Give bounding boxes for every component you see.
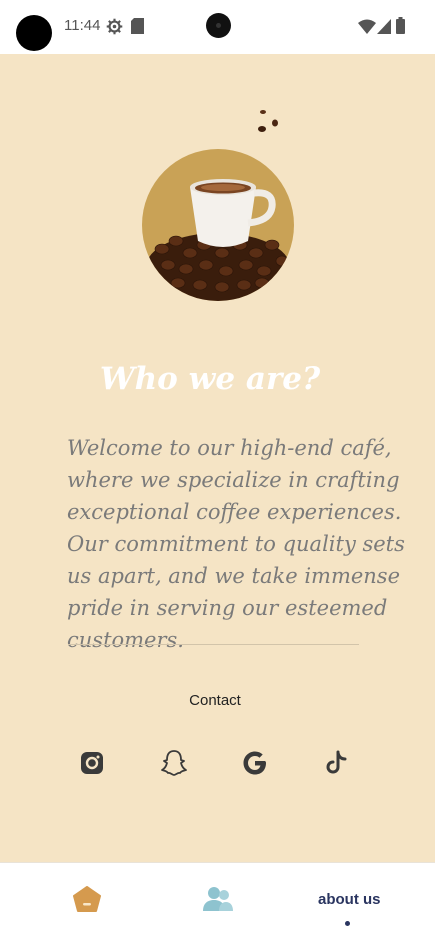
instagram-icon[interactable]: [77, 748, 107, 778]
coffee-cup-image: [142, 149, 294, 301]
camera-dot: [16, 15, 52, 51]
active-indicator: [345, 921, 350, 926]
sd-card-icon: [131, 18, 144, 34]
front-camera: [206, 13, 231, 38]
nav-about-us[interactable]: about us: [318, 891, 381, 908]
snapchat-icon[interactable]: [159, 748, 189, 778]
cellular-signal-icon: [377, 19, 391, 34]
settings-gear-icon: [106, 18, 123, 35]
tiktok-icon[interactable]: [322, 748, 352, 778]
wifi-icon: [358, 19, 376, 34]
status-bar: 11:44: [0, 0, 435, 54]
contact-heading: Contact: [189, 692, 241, 709]
about-paragraph: Welcome to our high-end café, where we s…: [67, 436, 405, 652]
people-icon[interactable]: [203, 885, 233, 913]
google-icon[interactable]: [240, 748, 270, 778]
coffee-beans-decoration: [258, 110, 278, 132]
battery-icon: [396, 17, 405, 34]
home-icon[interactable]: [73, 885, 101, 913]
divider: [68, 644, 359, 645]
status-time: 11:44: [64, 17, 101, 34]
page-title: Who we are?: [99, 360, 321, 397]
